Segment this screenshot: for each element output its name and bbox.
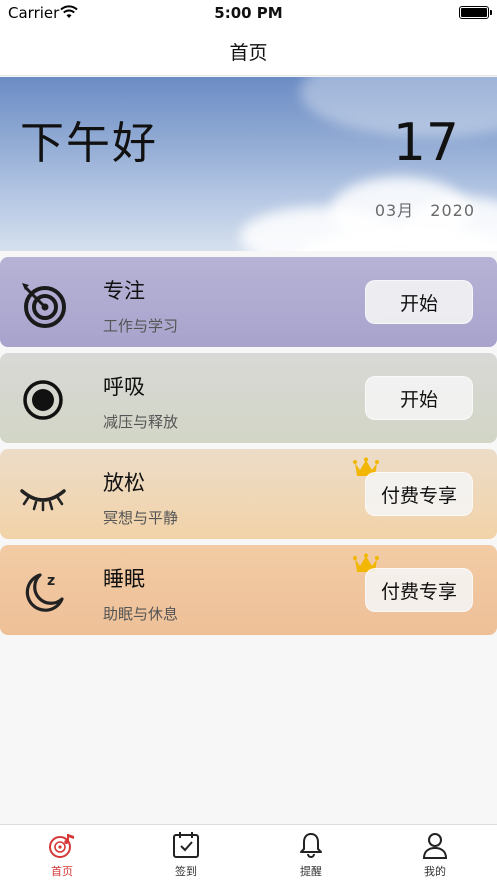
- status-bar: Carrier 5:00 PM: [0, 0, 497, 26]
- card-title: 专注: [103, 279, 145, 303]
- card-breath[interactable]: 呼吸 减压与释放 开始: [0, 353, 497, 443]
- tab-label: 提醒: [300, 865, 322, 878]
- card-title: 放松: [103, 471, 145, 495]
- greeting-text: 下午好: [20, 118, 158, 169]
- calendar-check-icon: [173, 832, 199, 858]
- card-subtitle: 冥想与平静: [103, 509, 179, 527]
- tab-label: 首页: [51, 865, 73, 878]
- card-title: 呼吸: [103, 375, 145, 399]
- tab-reminder[interactable]: 提醒: [271, 831, 351, 881]
- moon-icon: z: [25, 573, 64, 612]
- date-month-year: 03月 2020: [375, 197, 475, 221]
- battery-icon: [459, 6, 492, 19]
- card-relax[interactable]: 放松 冥想与平静 付费专享: [0, 449, 497, 539]
- closed-eye-icon: [20, 489, 66, 512]
- tab-bar: 首页 签到 提醒 我的: [0, 824, 497, 883]
- tab-checkin[interactable]: 签到: [146, 831, 226, 881]
- card-focus[interactable]: 专注 工作与学习 开始: [0, 257, 497, 347]
- user-icon: [422, 833, 448, 859]
- card-subtitle: 减压与释放: [103, 413, 179, 431]
- clock-time: 5:00 PM: [214, 4, 283, 22]
- navigation-bar: 首页: [0, 26, 497, 76]
- card-subtitle: 工作与学习: [103, 317, 179, 335]
- tab-label: 签到: [175, 865, 197, 878]
- date-year: 2020: [430, 201, 475, 220]
- card-title: 睡眠: [103, 567, 145, 591]
- target-icon: [22, 283, 66, 328]
- tab-profile[interactable]: 我的: [395, 831, 475, 881]
- page-title: 首页: [229, 42, 268, 64]
- card-sleep[interactable]: z 睡眠 助眠与休息 付费专享: [0, 545, 497, 635]
- premium-sleep-button[interactable]: 付费专享: [365, 568, 473, 612]
- tab-home[interactable]: 首页: [22, 831, 102, 881]
- music-disc-icon: [49, 834, 74, 858]
- start-focus-button[interactable]: 开始: [365, 280, 473, 324]
- record-dot-icon: [23, 380, 63, 420]
- tab-label: 我的: [424, 865, 446, 878]
- date-month: 03月: [374, 201, 415, 220]
- premium-relax-button[interactable]: 付费专享: [365, 472, 473, 516]
- bell-icon: [300, 833, 322, 858]
- card-subtitle: 助眠与休息: [103, 605, 179, 623]
- greeting-banner: 下午好 17 03月 2020: [0, 77, 497, 251]
- date-day: 17: [392, 113, 459, 173]
- start-breath-button[interactable]: 开始: [365, 376, 473, 420]
- svg-text:z: z: [47, 573, 55, 589]
